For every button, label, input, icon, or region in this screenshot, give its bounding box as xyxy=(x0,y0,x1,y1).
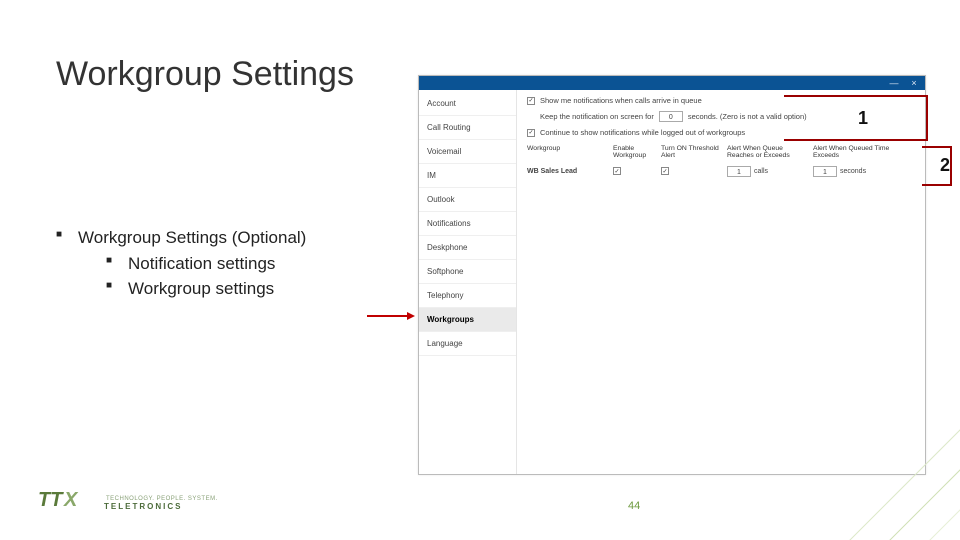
col-queue-reaches: Alert When Queue Reaches or Exceeds xyxy=(727,145,809,160)
workgroups-panel: ✓ Show me notifications when calls arriv… xyxy=(517,90,925,474)
callout-label-2: 2 xyxy=(940,155,950,176)
calls-label: calls xyxy=(754,168,768,175)
nav-softphone[interactable]: Softphone xyxy=(419,260,516,284)
logo-icon: TT X xyxy=(38,488,96,518)
checkbox-icon[interactable]: ✓ xyxy=(527,97,535,105)
seconds-input[interactable]: 1 xyxy=(813,166,837,177)
nav-account[interactable]: Account xyxy=(419,92,516,116)
close-icon[interactable]: × xyxy=(909,78,919,88)
option-keep-label-a: Keep the notification on screen for xyxy=(540,112,654,121)
settings-sidenav: Account Call Routing Voicemail IM Outloo… xyxy=(419,90,517,474)
nav-call-routing[interactable]: Call Routing xyxy=(419,116,516,140)
checkbox-icon[interactable]: ✓ xyxy=(527,129,535,137)
option-show-notifications-label: Show me notifications when calls arrive … xyxy=(540,96,702,105)
col-enable: Enable Workgroup xyxy=(613,145,657,160)
bullet-sub-2: Workgroup settings xyxy=(106,276,306,302)
callout-label-1: 1 xyxy=(854,108,872,129)
bullet-sub-1: Notification settings xyxy=(106,251,306,277)
page-number: 44 xyxy=(628,500,640,512)
svg-text:TT: TT xyxy=(38,489,64,511)
seconds-label: seconds xyxy=(840,168,866,175)
page-title: Workgroup Settings xyxy=(56,55,354,94)
nav-notifications[interactable]: Notifications xyxy=(419,212,516,236)
nav-telephony[interactable]: Telephony xyxy=(419,284,516,308)
checkbox-icon[interactable]: ✓ xyxy=(613,167,621,175)
nav-outlook[interactable]: Outlook xyxy=(419,188,516,212)
svg-text:X: X xyxy=(63,489,79,511)
seconds-input[interactable]: 0 xyxy=(659,111,683,122)
window-titlebar: — × xyxy=(419,76,925,90)
workgroup-row: WB Sales Lead ✓ ✓ 1 calls 1 seconds xyxy=(527,166,917,177)
calls-input[interactable]: 1 xyxy=(727,166,751,177)
minimize-icon[interactable]: — xyxy=(889,78,899,88)
bullet-main: Workgroup Settings (Optional) Notificati… xyxy=(56,225,306,302)
bullet-main-text: Workgroup Settings (Optional) xyxy=(78,228,306,247)
nav-im[interactable]: IM xyxy=(419,164,516,188)
brand-name: TELETRONICS xyxy=(104,502,218,511)
content-block: Workgroup Settings (Optional) Notificati… xyxy=(56,225,306,302)
col-threshold: Turn ON Threshold Alert xyxy=(661,145,723,160)
checkbox-icon[interactable]: ✓ xyxy=(661,167,669,175)
option-continue-label: Continue to show notifications while log… xyxy=(540,128,745,137)
col-workgroup: Workgroup xyxy=(527,145,609,160)
workgroup-table-header: Workgroup Enable Workgroup Turn ON Thres… xyxy=(527,145,917,160)
col-queue-time: Alert When Queued Time Exceeds xyxy=(813,145,895,160)
nav-workgroups-label: Workgroups xyxy=(427,315,474,324)
brand-logo: TT X TECHNOLOGY. PEOPLE. SYSTEM. TELETRO… xyxy=(38,488,218,518)
workgroup-name: WB Sales Lead xyxy=(527,168,609,175)
arrow-icon xyxy=(367,311,415,321)
nav-voicemail[interactable]: Voicemail xyxy=(419,140,516,164)
nav-deskphone[interactable]: Deskphone xyxy=(419,236,516,260)
brand-tagline: TECHNOLOGY. PEOPLE. SYSTEM. xyxy=(106,496,218,502)
nav-workgroups[interactable]: Workgroups xyxy=(419,308,516,332)
nav-language[interactable]: Language xyxy=(419,332,516,356)
